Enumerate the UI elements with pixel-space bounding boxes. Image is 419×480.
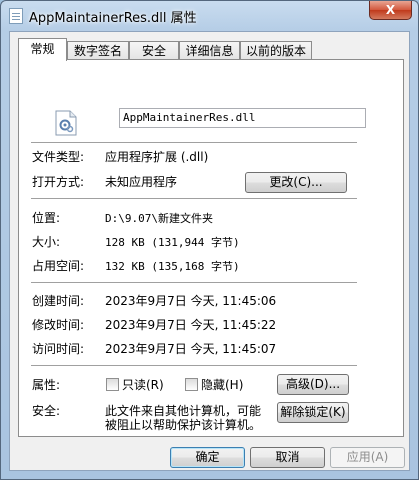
advanced-button[interactable]: 高级(D)... [277, 374, 349, 395]
general-tab-page: AppMaintainerRes.dll 文件类型: 应用程序扩展 (.dll)… [18, 59, 404, 437]
location-value: D:\9.07\新建文件夹 [105, 212, 213, 225]
created-label: 创建时间: [32, 294, 85, 308]
separator [31, 282, 357, 283]
readonly-checkbox[interactable] [106, 378, 119, 391]
properties-window: AppMaintainerRes.dll 属性 X 常规 数字签名 安全 详细信… [0, 0, 419, 480]
unblock-button[interactable]: 解除锁定(K) [277, 402, 349, 423]
accessed-label: 访问时间: [32, 342, 85, 356]
window-title: AppMaintainerRes.dll 属性 [29, 11, 197, 26]
size-on-disk-label: 占用空间: [32, 259, 85, 273]
dll-file-icon [55, 110, 77, 136]
hidden-label[interactable]: 隐藏(H) [201, 376, 243, 393]
tab-general[interactable]: 常规 [18, 38, 67, 61]
cancel-button[interactable]: 取消 [250, 447, 325, 468]
attributes-label: 属性: [32, 378, 61, 392]
change-button[interactable]: 更改(C)... [245, 172, 347, 193]
tab-security[interactable]: 安全 [129, 41, 179, 60]
hidden-checkbox[interactable] [185, 378, 198, 391]
created-value: 2023年9月7日 今天, 11:45:06 [105, 294, 277, 308]
tab-previous-versions[interactable]: 以前的版本 [240, 41, 312, 60]
location-label: 位置: [32, 211, 61, 225]
title-bar[interactable]: AppMaintainerRes.dll 属性 X [1, 1, 418, 31]
security-label: 安全: [32, 404, 61, 418]
open-with-value: 未知应用程序 [105, 175, 178, 189]
size-value: 128 KB (131,944 字节) [105, 236, 240, 249]
tab-details[interactable]: 详细信息 [179, 41, 240, 60]
file-name-input[interactable]: AppMaintainerRes.dll [119, 108, 366, 128]
file-type-label: 文件类型: [32, 150, 85, 164]
open-with-label: 打开方式: [32, 175, 85, 189]
modified-value: 2023年9月7日 今天, 11:45:22 [105, 318, 277, 332]
separator [31, 198, 357, 199]
ok-button[interactable]: 确定 [170, 447, 245, 468]
apply-button[interactable]: 应用(A) [330, 447, 405, 468]
separator [31, 365, 357, 366]
file-type-value: 应用程序扩展 (.dll) [105, 150, 209, 164]
accessed-value: 2023年9月7日 今天, 11:45:07 [105, 342, 277, 356]
file-icon [9, 8, 23, 24]
size-label: 大小: [32, 235, 61, 249]
readonly-label[interactable]: 只读(R) [122, 376, 164, 393]
dialog-client: 常规 数字签名 安全 详细信息 以前的版本 AppMaintainerRes.d… [9, 31, 410, 471]
separator [31, 142, 357, 143]
tab-digital-signatures[interactable]: 数字签名 [67, 41, 129, 60]
security-text-line2: 被阻止以帮助保护该计算机。 [105, 418, 262, 432]
size-on-disk-value: 132 KB (135,168 字节) [105, 260, 240, 273]
close-button[interactable]: X [369, 1, 412, 20]
modified-label: 修改时间: [32, 318, 85, 332]
